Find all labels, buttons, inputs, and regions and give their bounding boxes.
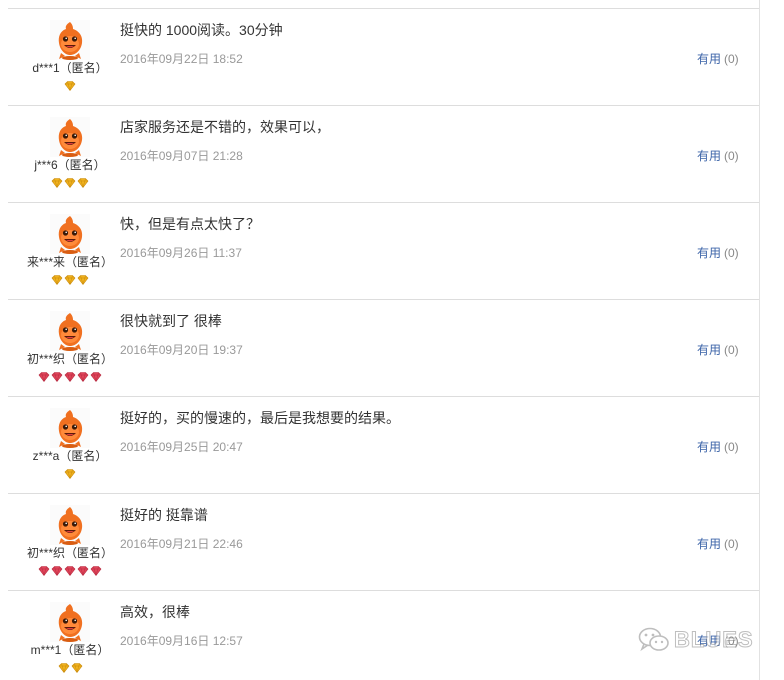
reviewer-level-badges: [12, 371, 128, 383]
gold-diamond-icon: [71, 663, 82, 674]
gold-diamond-icon: [64, 178, 76, 189]
avatar-mascot-icon: [50, 214, 90, 254]
useful-count: (0): [724, 246, 739, 260]
red-diamond-icon: [90, 566, 102, 577]
reviewer-level-badges: [12, 177, 128, 189]
useful-count: (0): [724, 634, 739, 648]
useful-count: (0): [724, 440, 739, 454]
reviewer-nickname: j***6（匿名）: [34, 158, 106, 172]
useful-count: (0): [724, 343, 739, 357]
review-item: 来***来（匿名） 快，但是有点太快了？ 2016年09月26日 11:37 有…: [8, 202, 759, 299]
gold-diamond-icon: [77, 178, 89, 189]
avatar-mascot-icon: [50, 602, 90, 642]
review-timestamp: 2016年09月21日 22:46: [120, 537, 243, 551]
avatar[interactable]: [50, 214, 90, 254]
review-content: 很快就到了 很棒: [120, 313, 222, 329]
useful-button[interactable]: 有用 (0): [697, 439, 739, 455]
avatar-mascot-icon: [50, 505, 90, 545]
useful-button[interactable]: 有用 (0): [697, 148, 739, 164]
red-diamond-icon: [90, 372, 102, 383]
avatar[interactable]: [50, 311, 90, 351]
gold-diamond-icon: [51, 178, 63, 189]
useful-button[interactable]: 有用 (0): [697, 245, 739, 261]
useful-label[interactable]: 有用: [697, 343, 721, 357]
reviewer-nickname: 来***来（匿名）: [26, 255, 113, 269]
gold-diamond-icon: [58, 663, 69, 674]
reviewer-nickname: m***1（匿名）: [30, 643, 110, 657]
gold-diamond-icon: [77, 275, 89, 286]
useful-count: (0): [724, 52, 739, 66]
review-content: 挺好的 挺靠谱: [120, 507, 208, 523]
gold-diamond-icon: [64, 275, 76, 286]
useful-label[interactable]: 有用: [697, 537, 721, 551]
reviewer-level-badges: [12, 468, 128, 480]
red-diamond-icon: [77, 372, 89, 383]
avatar[interactable]: [50, 505, 90, 545]
avatar-mascot-icon: [50, 117, 90, 157]
review-timestamp: 2016年09月07日 21:28: [120, 149, 243, 163]
red-diamond-icon: [38, 566, 50, 577]
review-timestamp: 2016年09月16日 12:57: [120, 634, 243, 648]
red-diamond-icon: [38, 372, 50, 383]
reviewer-level-badges: [12, 565, 128, 577]
useful-label[interactable]: 有用: [697, 246, 721, 260]
review-item: m***1（匿名） 高效，很棒 2016年09月16日 12:57 有用 (0): [8, 590, 759, 680]
useful-count: (0): [724, 149, 739, 163]
avatar-mascot-icon: [50, 408, 90, 448]
reviewer-level-badges: [12, 80, 128, 92]
review-content: 挺好的，买的慢速的，最后是我想要的结果。: [120, 410, 400, 426]
avatar[interactable]: [50, 602, 90, 642]
useful-label[interactable]: 有用: [697, 634, 721, 648]
gold-diamond-icon: [64, 469, 76, 480]
reviewer-nickname: z***a（匿名）: [32, 449, 108, 463]
review-timestamp: 2016年09月20日 19:37: [120, 343, 243, 357]
red-diamond-icon: [51, 372, 63, 383]
useful-label[interactable]: 有用: [697, 149, 721, 163]
review-item: 初***织（匿名） 很快就到了 很棒 2016年09月20日 19:37 有用(…: [8, 299, 759, 396]
useful-button[interactable]: 有用 (0): [697, 51, 739, 67]
avatar-mascot-icon: [50, 20, 90, 60]
red-diamond-icon: [64, 566, 76, 577]
avatar[interactable]: [50, 408, 90, 448]
review-item: j***6（匿名） 店家服务还是不错的，效果可以， 2016年09月07日 21…: [8, 105, 759, 202]
reviewer-level-badges: [12, 274, 128, 286]
avatar[interactable]: [50, 20, 90, 60]
gold-diamond-icon: [64, 81, 76, 92]
review-item: 初***织（匿名） 挺好的 挺靠谱 2016年09月21日 22:46 有用 (0…: [8, 493, 759, 590]
red-diamond-icon: [64, 372, 76, 383]
review-content: 挺快的 1000阅读。30分钟: [120, 22, 283, 38]
useful-label[interactable]: 有用: [697, 52, 721, 66]
review-timestamp: 2016年09月25日 20:47: [120, 440, 243, 454]
review-timestamp: 2016年09月22日 18:52: [120, 52, 243, 66]
red-diamond-icon: [77, 566, 89, 577]
review-timestamp: 2016年09月26日 11:37: [120, 246, 242, 260]
review-item: d***1（匿名） 挺快的 1000阅读。30分钟 2016年09月22日 18…: [8, 8, 759, 105]
review-content: 店家服务还是不错的，效果可以，: [120, 119, 330, 135]
reviewer-level-badges: [12, 662, 128, 674]
useful-label[interactable]: 有用: [697, 440, 721, 454]
avatar-mascot-icon: [50, 311, 90, 351]
red-diamond-icon: [51, 566, 63, 577]
reviewer-nickname: d***1（匿名）: [32, 61, 108, 75]
reviewer-nickname: 初***织（匿名）: [26, 352, 113, 366]
useful-count: (0): [724, 537, 739, 551]
review-content: 快，但是有点太快了？: [120, 216, 260, 232]
review-list: d***1（匿名） 挺快的 1000阅读。30分钟 2016年09月22日 18…: [8, 0, 760, 680]
review-content: 高效，很棒: [120, 604, 190, 620]
useful-button[interactable]: 有用 (0): [697, 633, 739, 649]
useful-button[interactable]: 有用 (0): [697, 342, 739, 358]
avatar[interactable]: [50, 117, 90, 157]
review-item: z***a（匿名） 挺好的，买的慢速的，最后是我想要的结果。 2016年09月2…: [8, 396, 759, 493]
reviewer-nickname: 初***织（匿名）: [26, 546, 113, 560]
gold-diamond-icon: [51, 275, 63, 286]
useful-button[interactable]: 有用 (0): [697, 536, 739, 552]
